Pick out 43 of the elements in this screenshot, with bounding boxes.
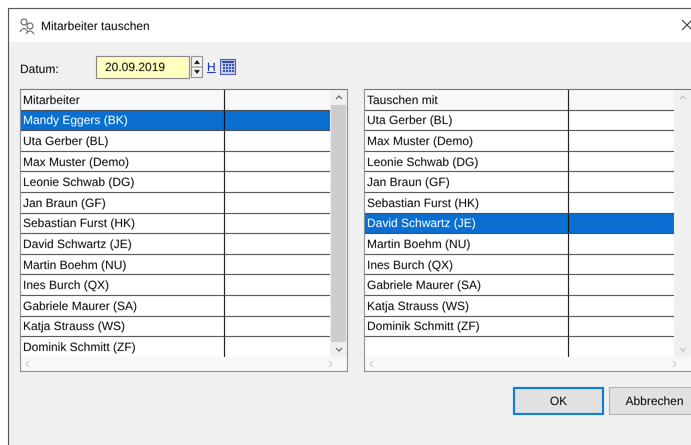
close-icon[interactable] [681,19,691,31]
h-link[interactable]: H [207,60,216,74]
horizontal-scrollbar[interactable] [365,357,691,371]
calendar-icon[interactable] [220,59,236,75]
employee-row[interactable]: David Schwartz (JE) [365,214,674,234]
employee-row[interactable]: Gabriele Maurer (SA) [21,296,330,317]
column-header: Mitarbeiter [21,90,225,110]
window-title: Mitarbeiter tauschen [41,18,150,32]
employee-row[interactable]: Ines Burch (QX) [21,275,330,296]
column-header: Tauschen mit [365,90,569,110]
employee-row[interactable]: Jan Braun (GF) [365,172,674,193]
employee-row[interactable]: David Schwartz (JE) [21,234,330,255]
employee-row[interactable]: Martin Boehm (NU) [365,234,674,255]
employee-row[interactable]: Katja Strauss (WS) [21,316,330,338]
employee-row[interactable]: Max Muster (Demo) [365,131,674,152]
date-field[interactable]: 20.09.2019 [96,56,190,78]
employee-row[interactable]: Dominik Schmitt (ZF) [365,316,674,338]
employee-row[interactable]: Katja Strauss (WS) [365,296,674,317]
scroll-up-icon[interactable] [334,95,342,100]
employee-row[interactable]: Uta Gerber (BL) [365,110,674,132]
employee-row[interactable]: Gabriele Maurer (SA) [365,275,674,296]
people-icon [19,18,35,34]
employee-row[interactable]: Leonie Schwab (DG) [365,152,674,172]
scroll-right-icon[interactable] [672,360,677,368]
employee-row[interactable]: Mandy Eggers (BK) [21,110,330,132]
employee-row[interactable]: Max Muster (Demo) [21,152,330,172]
scroll-left-icon[interactable] [25,360,30,368]
employee-row[interactable]: Sebastian Furst (HK) [365,192,674,214]
employee-row[interactable]: Martin Boehm (NU) [21,254,330,276]
employee-row[interactable]: Ines Burch (QX) [365,254,674,276]
scroll-left-icon[interactable] [369,360,374,368]
ok-button[interactable]: OK [513,387,604,415]
scroll-down-icon[interactable] [334,347,342,352]
spinner-icon[interactable] [191,56,203,78]
cancel-button[interactable]: Abbrechen [609,387,691,415]
employee-row[interactable]: Sebastian Furst (HK) [21,214,330,234]
employee-row[interactable]: Uta Gerber (BL) [21,131,330,152]
employee-row[interactable]: Jan Braun (GF) [21,192,330,214]
horizontal-scrollbar[interactable] [21,357,347,371]
employee-row[interactable]: Leonie Schwab (DG) [21,172,330,193]
scroll-right-icon[interactable] [328,360,333,368]
date-label: Datum: [20,61,60,76]
vertical-scrollbar[interactable] [330,90,347,357]
